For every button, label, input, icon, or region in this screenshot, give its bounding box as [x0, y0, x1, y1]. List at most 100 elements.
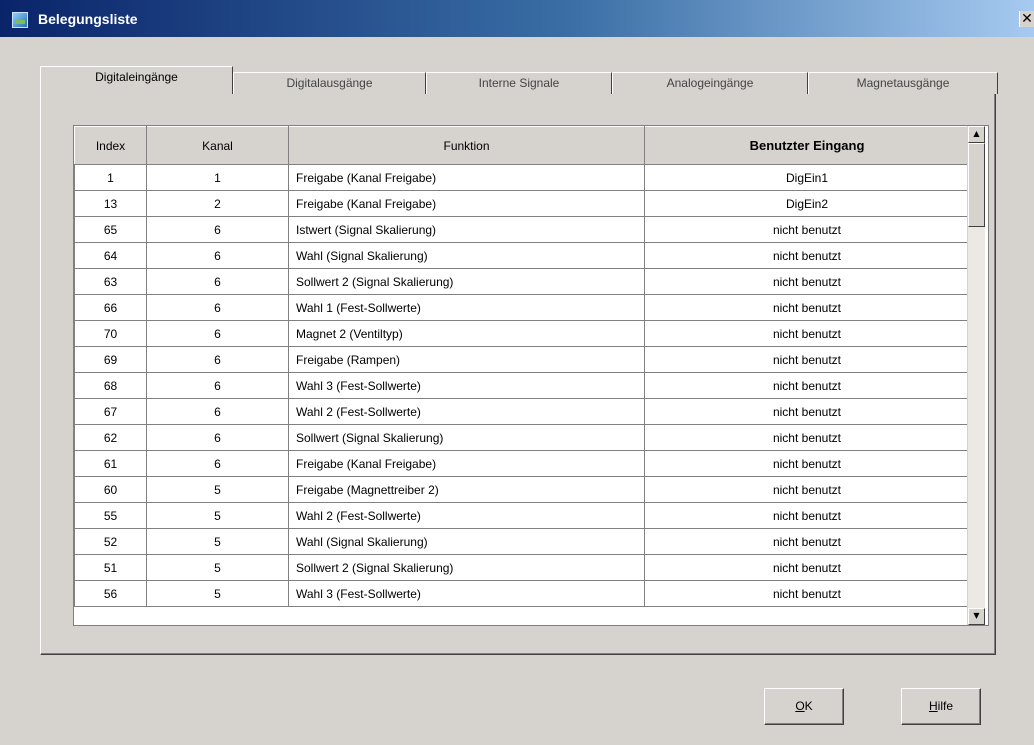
- tab-magnetausgaenge[interactable]: Magnetausgänge: [808, 72, 998, 94]
- cell-benutzter-eingang[interactable]: nicht benutzt: [644, 476, 970, 503]
- cell-benutzter-eingang[interactable]: nicht benutzt: [644, 294, 970, 321]
- cell-kanal[interactable]: 6: [146, 294, 289, 321]
- cell-benutzter-eingang[interactable]: nicht benutzt: [644, 216, 970, 243]
- cell-index[interactable]: 13: [74, 190, 147, 217]
- cell-funktion[interactable]: Sollwert 2 (Signal Skalierung): [288, 554, 645, 581]
- column-header-index[interactable]: Index: [74, 126, 147, 165]
- cell-funktion[interactable]: Sollwert (Signal Skalierung): [288, 424, 645, 451]
- cell-index[interactable]: 66: [74, 294, 147, 321]
- scroll-thumb[interactable]: [968, 143, 985, 227]
- cell-index[interactable]: 62: [74, 424, 147, 451]
- cell-funktion[interactable]: Wahl (Signal Skalierung): [288, 242, 645, 269]
- table-row[interactable]: 64 6 Wahl (Signal Skalierung) nicht benutzt: [74, 242, 970, 269]
- tab-interne-signale[interactable]: Interne Signale: [426, 72, 612, 94]
- table-row[interactable]: 55 5 Wahl 2 (Fest-Sollwerte) nicht benutzt: [74, 502, 970, 529]
- tab-analogeingaenge[interactable]: Analogeingänge: [612, 72, 808, 94]
- cell-kanal[interactable]: 6: [146, 450, 289, 477]
- table-row[interactable]: 69 6 Freigabe (Rampen) nicht benutzt: [74, 346, 970, 373]
- cell-index[interactable]: 60: [74, 476, 147, 503]
- cell-funktion[interactable]: Freigabe (Kanal Freigabe): [288, 190, 645, 217]
- table-row[interactable]: 63 6 Sollwert 2 (Signal Skalierung) nicht b…: [74, 268, 970, 295]
- cell-funktion[interactable]: Freigabe (Kanal Freigabe): [288, 164, 645, 191]
- column-header-benutzter-eingang[interactable]: Benutzter Eingang: [644, 126, 970, 165]
- scroll-up-icon[interactable]: ▲: [968, 126, 985, 143]
- cell-index[interactable]: 64: [74, 242, 147, 269]
- cell-kanal[interactable]: 6: [146, 242, 289, 269]
- cell-kanal[interactable]: 6: [146, 268, 289, 295]
- cell-kanal[interactable]: 5: [146, 528, 289, 555]
- close-icon[interactable]: ✕: [1019, 11, 1034, 27]
- table-row[interactable]: 62 6 Sollwert (Signal Skalierung) nicht ben…: [74, 424, 970, 451]
- cell-index[interactable]: 68: [74, 372, 147, 399]
- cell-funktion[interactable]: Wahl 3 (Fest-Sollwerte): [288, 580, 645, 607]
- cell-index[interactable]: 61: [74, 450, 147, 477]
- cell-funktion[interactable]: Wahl 1 (Fest-Sollwerte): [288, 294, 645, 321]
- cell-benutzter-eingang[interactable]: nicht benutzt: [644, 320, 970, 347]
- column-header-funktion[interactable]: Funktion: [288, 126, 645, 165]
- table-row[interactable]: 51 5 Sollwert 2 (Signal Skalierung) nicht b…: [74, 554, 970, 581]
- cell-benutzter-eingang[interactable]: nicht benutzt: [644, 502, 970, 529]
- cell-funktion[interactable]: Wahl 3 (Fest-Sollwerte): [288, 372, 645, 399]
- cell-funktion[interactable]: Wahl (Signal Skalierung): [288, 528, 645, 555]
- cell-index[interactable]: 51: [74, 554, 147, 581]
- table-row[interactable]: 56 5 Wahl 3 (Fest-Sollwerte) nicht benutzt: [74, 580, 970, 607]
- scroll-down-icon[interactable]: ▼: [968, 608, 985, 625]
- cell-funktion[interactable]: Magnet 2 (Ventiltyp): [288, 320, 645, 347]
- tab-digitalausgaenge[interactable]: Digitalausgänge: [233, 72, 426, 94]
- cell-funktion[interactable]: Wahl 2 (Fest-Sollwerte): [288, 502, 645, 529]
- cell-kanal[interactable]: 1: [146, 164, 289, 191]
- help-button[interactable]: Hilfe: [901, 688, 981, 725]
- table-row[interactable]: 13 2 Freigabe (Kanal Freigabe) DigEin2: [74, 190, 970, 217]
- table-row[interactable]: 60 5 Freigabe (Magnettreiber 2) nicht benut…: [74, 476, 970, 503]
- tab-digitaleingaenge[interactable]: Digitaleingänge: [40, 66, 233, 96]
- cell-index[interactable]: 52: [74, 528, 147, 555]
- column-header-kanal[interactable]: Kanal: [146, 126, 289, 165]
- cell-index[interactable]: 70: [74, 320, 147, 347]
- cell-benutzter-eingang[interactable]: nicht benutzt: [644, 528, 970, 555]
- cell-index[interactable]: 63: [74, 268, 147, 295]
- cell-benutzter-eingang[interactable]: nicht benutzt: [644, 424, 970, 451]
- cell-funktion[interactable]: Freigabe (Magnettreiber 2): [288, 476, 645, 503]
- cell-kanal[interactable]: 5: [146, 554, 289, 581]
- cell-benutzter-eingang[interactable]: nicht benutzt: [644, 450, 970, 477]
- cell-funktion[interactable]: Wahl 2 (Fest-Sollwerte): [288, 398, 645, 425]
- cell-kanal[interactable]: 5: [146, 476, 289, 503]
- vertical-scrollbar[interactable]: ▲ ▼: [967, 126, 985, 625]
- cell-benutzter-eingang[interactable]: nicht benutzt: [644, 372, 970, 399]
- table-row[interactable]: 65 6 Istwert (Signal Skalierung) nicht benu…: [74, 216, 970, 243]
- table-row[interactable]: 1 1 Freigabe (Kanal Freigabe) DigEin1: [74, 164, 970, 191]
- cell-index[interactable]: 65: [74, 216, 147, 243]
- table-row[interactable]: 61 6 Freigabe (Kanal Freigabe) nicht benutz…: [74, 450, 970, 477]
- cell-benutzter-eingang[interactable]: DigEin2: [644, 190, 970, 217]
- table-row[interactable]: 70 6 Magnet 2 (Ventiltyp) nicht benutzt: [74, 320, 970, 347]
- table-row[interactable]: 52 5 Wahl (Signal Skalierung) nicht benutzt: [74, 528, 970, 555]
- cell-index[interactable]: 56: [74, 580, 147, 607]
- cell-benutzter-eingang[interactable]: nicht benutzt: [644, 580, 970, 607]
- cell-index[interactable]: 69: [74, 346, 147, 373]
- table-row[interactable]: 67 6 Wahl 2 (Fest-Sollwerte) nicht benutzt: [74, 398, 970, 425]
- cell-index[interactable]: 55: [74, 502, 147, 529]
- cell-benutzter-eingang[interactable]: DigEin1: [644, 164, 970, 191]
- cell-kanal[interactable]: 6: [146, 320, 289, 347]
- cell-kanal[interactable]: 6: [146, 398, 289, 425]
- cell-index[interactable]: 1: [74, 164, 147, 191]
- cell-benutzter-eingang[interactable]: nicht benutzt: [644, 242, 970, 269]
- cell-benutzter-eingang[interactable]: nicht benutzt: [644, 268, 970, 295]
- cell-funktion[interactable]: Freigabe (Rampen): [288, 346, 645, 373]
- cell-benutzter-eingang[interactable]: nicht benutzt: [644, 398, 970, 425]
- table-row[interactable]: 66 6 Wahl 1 (Fest-Sollwerte) nicht benutzt: [74, 294, 970, 321]
- cell-kanal[interactable]: 6: [146, 346, 289, 373]
- cell-benutzter-eingang[interactable]: nicht benutzt: [644, 554, 970, 581]
- cell-funktion[interactable]: Freigabe (Kanal Freigabe): [288, 450, 645, 477]
- cell-index[interactable]: 67: [74, 398, 147, 425]
- cell-kanal[interactable]: 5: [146, 502, 289, 529]
- cell-benutzter-eingang[interactable]: nicht benutzt: [644, 346, 970, 373]
- cell-funktion[interactable]: Istwert (Signal Skalierung): [288, 216, 645, 243]
- cell-kanal[interactable]: 2: [146, 190, 289, 217]
- cell-kanal[interactable]: 6: [146, 372, 289, 399]
- cell-kanal[interactable]: 5: [146, 580, 289, 607]
- ok-button[interactable]: OK: [764, 688, 844, 725]
- cell-kanal[interactable]: 6: [146, 424, 289, 451]
- table-row[interactable]: 68 6 Wahl 3 (Fest-Sollwerte) nicht benutzt: [74, 372, 970, 399]
- cell-kanal[interactable]: 6: [146, 216, 289, 243]
